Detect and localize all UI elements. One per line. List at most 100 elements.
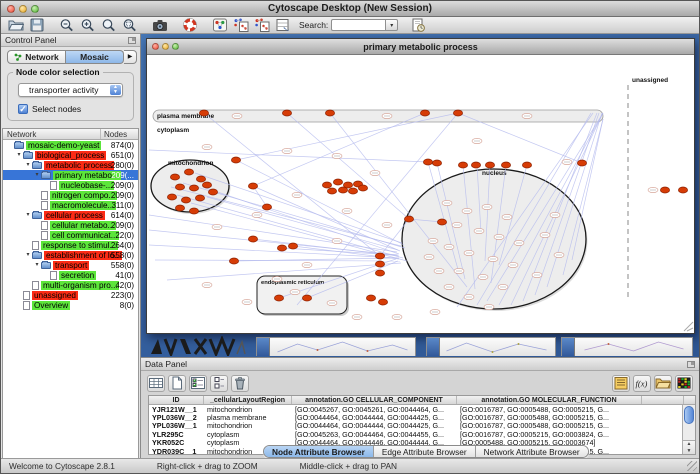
network-window-titlebar[interactable]: primary metabolic process (147, 39, 694, 55)
canvas-resize-grip[interactable] (684, 322, 693, 331)
network-node[interactable] (175, 205, 184, 211)
expand-arrow-icon[interactable]: ▾ (24, 250, 32, 260)
network-node[interactable] (501, 162, 510, 168)
snapshot-icon[interactable] (149, 18, 170, 33)
network-node[interactable] (202, 182, 211, 188)
network-node[interactable] (175, 184, 184, 190)
network-node[interactable] (167, 194, 176, 200)
network-node[interactable] (195, 195, 204, 201)
network-node[interactable] (375, 261, 384, 267)
network-node[interactable] (274, 295, 283, 301)
network-node[interactable] (189, 185, 198, 191)
network-node[interactable] (302, 295, 311, 301)
save-session-icon[interactable] (26, 18, 47, 33)
import-annotation-icon[interactable] (251, 18, 272, 33)
network-node[interactable] (404, 216, 413, 222)
tree-item[interactable]: cellular metabo...209(0) (3, 220, 138, 230)
tab-network-attribute-browser[interactable]: Network Attribute Browser (476, 446, 588, 457)
zoom-selected-icon[interactable] (119, 18, 140, 33)
network-node[interactable] (375, 253, 384, 259)
network-node[interactable] (678, 187, 687, 193)
network-node[interactable] (277, 245, 286, 251)
network-node[interactable] (282, 110, 291, 116)
tree-item[interactable]: multi-organism pro...42(0) (3, 280, 138, 290)
column-header[interactable]: annotation.GO CELLULAR_COMPONENT (292, 396, 457, 404)
new-attribute-icon[interactable] (168, 375, 186, 392)
background-window[interactable] (256, 337, 416, 356)
select-attributes-icon[interactable] (189, 375, 207, 392)
zoom-fit-icon[interactable] (98, 18, 119, 33)
network-node[interactable] (378, 299, 387, 305)
expand-arrow-icon[interactable]: ▾ (33, 260, 41, 270)
minimize-button[interactable] (19, 5, 27, 13)
tab-mosaic[interactable]: Mosaic (66, 50, 124, 64)
network-node[interactable] (189, 208, 198, 214)
attribute-grid-icon[interactable] (147, 375, 165, 392)
open-file-icon[interactable] (5, 18, 26, 33)
network-node[interactable] (453, 110, 462, 116)
network-node[interactable] (229, 258, 238, 264)
vizmapper-icon[interactable] (209, 18, 230, 33)
network-node[interactable] (338, 187, 347, 193)
tree-item[interactable]: nitrogen compo...209(0) (3, 190, 138, 200)
matrix-icon[interactable] (675, 375, 693, 392)
network-node[interactable] (358, 185, 367, 191)
network-node[interactable] (437, 219, 446, 225)
network-node[interactable] (199, 110, 208, 116)
network-node[interactable] (327, 188, 336, 194)
network-node[interactable] (196, 176, 205, 182)
network-node[interactable] (432, 160, 441, 166)
tree-item[interactable]: ▾cellular process614(0) (3, 210, 138, 220)
network-node[interactable] (248, 183, 257, 189)
tree-column-network[interactable]: Network (3, 129, 101, 139)
tree-item[interactable]: cell communicat...22(0) (3, 230, 138, 240)
column-header[interactable]: annotation.GO MOLECULAR_FUNCTION (457, 396, 642, 404)
formula-icon[interactable]: f(x) (633, 375, 651, 392)
network-node[interactable] (375, 270, 384, 276)
network-node[interactable] (348, 188, 357, 194)
close-button[interactable] (7, 5, 15, 13)
tree-item[interactable]: unassigned223(0) (3, 290, 138, 300)
help-icon[interactable] (179, 18, 200, 33)
network-node[interactable] (262, 204, 271, 210)
tab-node-attribute-browser[interactable]: Node Attribute Browser (264, 446, 374, 457)
expand-arrow-icon[interactable]: ▾ (33, 170, 41, 180)
network-node[interactable] (366, 295, 375, 301)
zoom-in-icon[interactable] (77, 18, 98, 33)
tab-edge-attribute-browser[interactable]: Edge Attribute Browser (374, 446, 476, 457)
network-node[interactable] (333, 179, 342, 185)
network-node[interactable] (522, 162, 531, 168)
network-view-window[interactable]: primary metabolic process plasma membran… (146, 38, 695, 334)
tab-overflow-button[interactable]: ▶ (124, 50, 137, 64)
float-panel-icon[interactable] (128, 37, 136, 44)
network-canvas[interactable]: plasma membranecytoplasmmitochondrionnuc… (147, 55, 694, 332)
zoom-icon[interactable] (172, 43, 179, 50)
save-session-file-icon[interactable] (407, 18, 428, 33)
tree-item[interactable]: Overview8(0) (3, 300, 138, 310)
column-header[interactable]: ID (149, 396, 204, 404)
tree-item[interactable]: ▾primary metabo...209(... (3, 170, 138, 180)
network-node[interactable] (325, 110, 334, 116)
tree-item[interactable]: ▾metabolic process280(0) (3, 160, 138, 170)
column-header[interactable]: _cellularLayoutRegion (204, 396, 292, 404)
network-node[interactable] (248, 236, 257, 242)
expand-arrow-icon[interactable]: ▾ (24, 210, 32, 220)
attribute-list-icon[interactable] (612, 375, 630, 392)
tree-item[interactable]: mosaic-demo-yeast874(0) (3, 140, 138, 150)
zoom-button[interactable] (31, 5, 39, 13)
search-dropdown-button[interactable]: ▾ (385, 19, 398, 31)
network-node[interactable] (471, 162, 480, 168)
tree-item[interactable]: macromolecule...311(0) (3, 200, 138, 210)
network-node[interactable] (288, 243, 297, 249)
expand-arrow-icon[interactable]: ▾ (15, 150, 23, 160)
network-node[interactable] (577, 160, 586, 166)
import-network-icon[interactable] (230, 18, 251, 33)
network-node[interactable] (181, 197, 190, 203)
tree-item[interactable]: secretion41(0) (3, 270, 138, 280)
scrollbar-arrows[interactable]: ▲▼ (683, 440, 695, 454)
tree-item[interactable]: nucleobase-...209(0) (3, 180, 138, 190)
resize-grip[interactable] (687, 461, 697, 471)
import-table-icon[interactable] (272, 18, 293, 33)
network-node[interactable] (231, 157, 240, 163)
network-node[interactable] (322, 182, 331, 188)
